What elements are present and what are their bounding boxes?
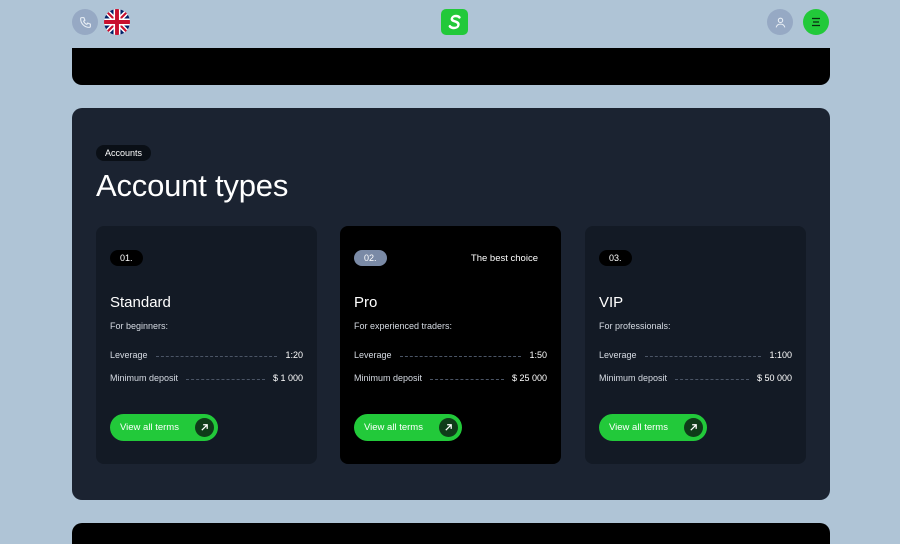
- next-section-top: [72, 523, 830, 544]
- card-subtitle: For beginners:: [110, 321, 169, 331]
- account-card-pro: 02. The best choice Pro For experienced …: [340, 226, 561, 464]
- card-number: 02.: [354, 250, 387, 266]
- arrow-up-right-icon: [439, 418, 458, 437]
- leverage-row: Leverage 1:20: [110, 349, 303, 361]
- button-label: View all terms: [120, 422, 179, 433]
- previous-section-bottom: [72, 48, 830, 85]
- row-value: $ 25 000: [511, 373, 547, 383]
- uk-flag-icon: [104, 9, 130, 35]
- best-choice-badge: The best choice: [470, 253, 538, 264]
- row-value: $ 50 000: [756, 373, 792, 383]
- leverage-row: Leverage 1:50: [354, 349, 547, 361]
- minimum-deposit-row: Minimum deposit $ 50 000: [599, 372, 792, 384]
- row-label: Leverage: [110, 350, 148, 360]
- leverage-row: Leverage 1:100: [599, 349, 792, 361]
- card-subtitle: For experienced traders:: [354, 321, 453, 331]
- card-subtitle: For professionals:: [599, 321, 671, 331]
- user-icon: [775, 17, 785, 28]
- view-all-terms-button[interactable]: View all terms: [110, 414, 218, 441]
- dotted-leader: [430, 378, 504, 380]
- row-label: Minimum deposit: [599, 373, 668, 383]
- view-all-terms-button[interactable]: View all terms: [354, 414, 462, 441]
- logo-button[interactable]: [441, 9, 468, 35]
- section-title: Account types: [96, 168, 289, 203]
- menu-button[interactable]: [803, 9, 829, 35]
- row-label: Minimum deposit: [354, 373, 423, 383]
- button-label: View all terms: [364, 422, 423, 433]
- row-value: $ 1 000: [272, 373, 303, 383]
- card-name: VIP: [599, 294, 624, 311]
- card-name: Pro: [354, 294, 378, 311]
- row-label: Leverage: [599, 350, 637, 360]
- user-account-button[interactable]: [767, 9, 793, 35]
- arrow-up-right-icon: [195, 418, 214, 437]
- logo-s-icon: [448, 14, 461, 30]
- arrow-up-right-icon: [684, 418, 703, 437]
- hamburger-menu-icon: [812, 17, 820, 27]
- row-label: Leverage: [354, 350, 392, 360]
- phone-button[interactable]: [72, 9, 98, 35]
- account-card-vip: 03. VIP For professionals: Leverage 1:10…: [585, 226, 806, 464]
- language-selector[interactable]: [104, 9, 130, 35]
- dotted-leader: [186, 378, 265, 380]
- button-label: View all terms: [609, 422, 668, 433]
- card-number: 03.: [599, 250, 632, 266]
- account-types-section: Accounts Account types 01. Standard For …: [72, 108, 830, 500]
- minimum-deposit-row: Minimum deposit $ 1 000: [110, 372, 303, 384]
- minimum-deposit-row: Minimum deposit $ 25 000: [354, 372, 547, 384]
- card-number: 01.: [110, 250, 143, 266]
- dotted-leader: [399, 355, 522, 357]
- section-chip: Accounts: [96, 145, 152, 161]
- top-bar: [0, 0, 900, 44]
- row-label: Minimum deposit: [110, 373, 179, 383]
- dotted-leader: [675, 378, 749, 380]
- dotted-leader: [644, 355, 762, 357]
- card-name: Standard: [110, 294, 171, 311]
- account-card-standard: 01. Standard For beginners: Leverage 1:2…: [96, 226, 317, 464]
- row-value: 1:50: [529, 350, 547, 360]
- row-value: 1:20: [285, 350, 303, 360]
- row-value: 1:100: [769, 350, 792, 360]
- phone-icon: [79, 16, 91, 28]
- dotted-leader: [155, 355, 278, 357]
- view-all-terms-button[interactable]: View all terms: [599, 414, 707, 441]
